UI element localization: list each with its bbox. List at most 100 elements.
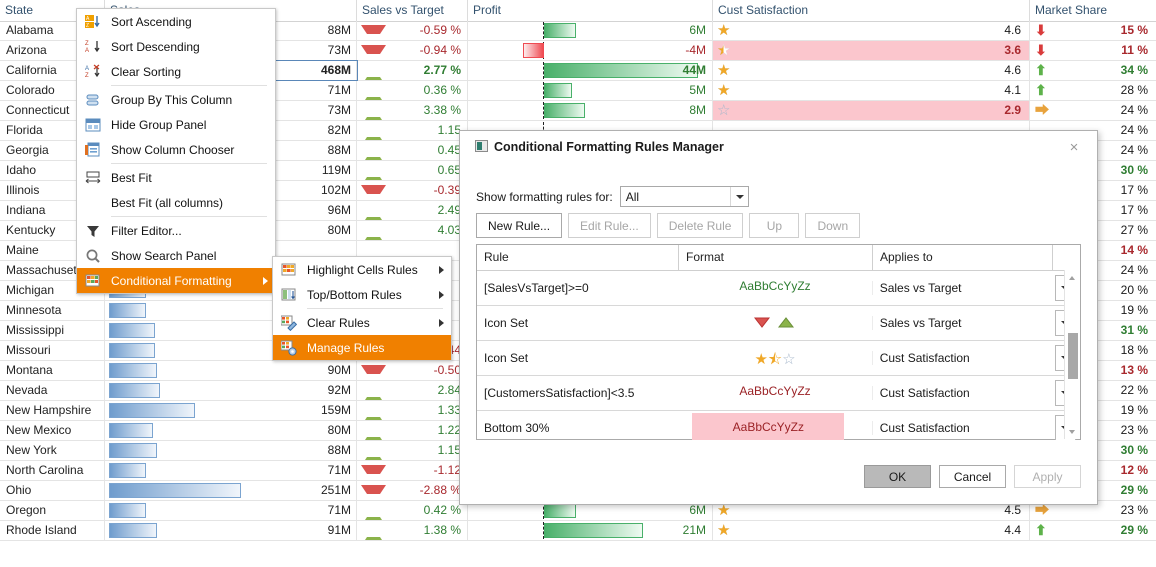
cell-sales-vs-target[interactable]: -0.94 %	[357, 41, 468, 60]
menu-item-clear-sorting[interactable]: A Z Clear Sorting	[77, 59, 275, 84]
cell-sales-vs-target[interactable]: 3.38 %	[357, 101, 468, 120]
scroll-up-icon[interactable]	[1065, 270, 1080, 284]
cell-sales[interactable]: 71M	[105, 461, 357, 480]
market-share-value: 17 %	[1120, 203, 1148, 217]
column-header-cust-satisfaction[interactable]: Cust Satisfaction	[713, 0, 1030, 21]
cell-profit[interactable]: -4M	[468, 41, 713, 60]
cell-state[interactable]: Ohio	[0, 481, 105, 500]
cell-state[interactable]: Nevada	[0, 381, 105, 400]
scrollbar-thumb[interactable]	[1068, 333, 1078, 379]
cell-profit[interactable]: 5M	[468, 81, 713, 100]
menu-item-sort-ascending[interactable]: A Z Sort Ascending	[77, 9, 275, 34]
menu-item-best-fit-all-columns[interactable]: Best Fit (all columns)	[77, 190, 275, 215]
cell-sales-vs-target[interactable]: -0.59 %	[357, 21, 468, 40]
rule-row[interactable]: Bottom 30% AaBbCcYyZz Cust Satisfaction	[477, 411, 1080, 440]
rules-column-header-rule[interactable]: Rule	[477, 245, 679, 270]
cell-sales-vs-target[interactable]: 0.45	[357, 141, 468, 160]
cell-state[interactable]: Montana	[0, 361, 105, 380]
sales-value: 90M	[327, 363, 351, 377]
cell-sales-vs-target[interactable]: 2.49	[357, 201, 468, 220]
cell-state[interactable]: Missouri	[0, 341, 105, 360]
cell-profit[interactable]: 8M	[468, 101, 713, 120]
cell-sales[interactable]: 88M	[105, 441, 357, 460]
cancel-button[interactable]: Cancel	[939, 465, 1006, 488]
menu-item-manage-rules[interactable]: Manage Rules	[273, 335, 451, 360]
cell-profit[interactable]: 21M	[468, 521, 713, 540]
cell-cust-satisfaction[interactable]: ☆ ★ 4.6	[713, 61, 1030, 80]
new-rule-button[interactable]: New Rule...	[476, 213, 563, 238]
rules-column-header-format[interactable]: Format	[679, 245, 873, 270]
menu-item-best-fit[interactable]: Best Fit	[77, 165, 275, 190]
rule-row[interactable]: [SalesVsTarget]>=0 AaBbCcYyZz Sales vs Tar…	[477, 271, 1080, 306]
column-header-sales-vs-target[interactable]: Sales vs Target	[357, 0, 468, 21]
cell-sales-vs-target[interactable]: 1.15	[357, 121, 468, 140]
cell-market-share[interactable]: ⬇ 11 %	[1030, 41, 1156, 60]
menu-item-hide-group-panel[interactable]: Hide Group Panel	[77, 112, 275, 137]
rule-row[interactable]: Icon Set Sales vs Target	[477, 306, 1080, 341]
cell-market-share[interactable]: ⬇ 15 %	[1030, 21, 1156, 40]
cell-market-share[interactable]: ⮕ 24 %	[1030, 101, 1156, 120]
cell-sales-vs-target[interactable]: -1.12	[357, 461, 468, 480]
cell-market-share[interactable]: ⬆ 28 %	[1030, 81, 1156, 100]
cell-state[interactable]: Rhode Island	[0, 521, 105, 540]
cell-sales[interactable]: 91M	[105, 521, 357, 540]
chevron-down-icon[interactable]	[729, 187, 748, 206]
rule-row[interactable]: Icon Set ★⯪☆ Cust Satisfaction	[477, 341, 1080, 376]
cell-cust-satisfaction[interactable]: ☆ 2.9	[713, 101, 1030, 120]
cell-state[interactable]: North Carolina	[0, 461, 105, 480]
menu-item-highlight-cells-rules[interactable]: Highlight Cells Rules	[273, 257, 451, 282]
cell-sales-vs-target[interactable]: 1.38 %	[357, 521, 468, 540]
cell-sales-vs-target[interactable]: 2.77 %	[357, 61, 468, 80]
menu-item-show-search-panel[interactable]: Show Search Panel	[77, 243, 275, 268]
cell-sales[interactable]: 159M	[105, 401, 357, 420]
cell-sales[interactable]: 80M	[105, 421, 357, 440]
close-icon[interactable]: ×	[1065, 139, 1083, 157]
cell-cust-satisfaction[interactable]: ☆ ★ 4.6	[713, 21, 1030, 40]
cell-sales-vs-target[interactable]: 1.22	[357, 421, 468, 440]
cell-market-share[interactable]: ⬆ 29 %	[1030, 521, 1156, 540]
cell-profit[interactable]: 44M	[468, 61, 713, 80]
cell-sales-vs-target[interactable]: -0.50	[357, 361, 468, 380]
scroll-down-icon[interactable]	[1065, 425, 1080, 439]
cell-cust-satisfaction[interactable]: ☆ ★ 4.1	[713, 81, 1030, 100]
cell-sales-vs-target[interactable]: 2.84	[357, 381, 468, 400]
menu-item-sort-descending[interactable]: Z A Sort Descending	[77, 34, 275, 59]
cell-sales-vs-target[interactable]: -0.39	[357, 181, 468, 200]
cell-sales-vs-target[interactable]: 1.15	[357, 441, 468, 460]
menu-item-top-bottom-rules[interactable]: Top/Bottom Rules	[273, 282, 451, 307]
cell-cust-satisfaction[interactable]: ☆ ★ 4.4	[713, 521, 1030, 540]
menu-item-conditional-formatting[interactable]: Conditional Formatting	[77, 268, 275, 293]
cell-sales-vs-target[interactable]: 0.42 %	[357, 501, 468, 520]
cell-sales[interactable]: 71M	[105, 501, 357, 520]
cell-cust-satisfaction[interactable]: ☆★3.6	[713, 41, 1030, 60]
cell-sales-vs-target[interactable]: 4.03	[357, 221, 468, 240]
menu-item-group-by-this-column[interactable]: Group By This Column	[77, 87, 275, 112]
rule-row[interactable]: [CustomersSatisfaction]<3.5 AaBbCcYyZz Cus…	[477, 376, 1080, 411]
menu-item-clear-rules[interactable]: Clear Rules	[273, 310, 451, 335]
cell-sales[interactable]: 92M	[105, 381, 357, 400]
cell-market-share[interactable]: ⬆ 34 %	[1030, 61, 1156, 80]
cell-state[interactable]: Oregon	[0, 501, 105, 520]
cell-sales-vs-target[interactable]: 0.36 %	[357, 81, 468, 100]
cell-profit[interactable]: 6M	[468, 21, 713, 40]
cell-sales[interactable]: 90M	[105, 361, 357, 380]
show-rules-for-dropdown[interactable]: All	[619, 186, 749, 207]
menu-item-show-column-chooser[interactable]: Show Column Chooser	[77, 137, 275, 162]
cell-state[interactable]: New York	[0, 441, 105, 460]
rules-column-header-applies-to[interactable]: Applies to	[873, 245, 1053, 270]
table-row[interactable]: Rhode Island 91M 1.38 % 21M ☆ ★ 4.4 ⬆ 29 %	[0, 521, 1156, 541]
rules-grid-scrollbar[interactable]	[1064, 270, 1080, 439]
menu-item-filter-editor[interactable]: Filter Editor...	[77, 218, 275, 243]
cell-state[interactable]: New Mexico	[0, 421, 105, 440]
cell-sales-vs-target[interactable]: 1.33	[357, 401, 468, 420]
cell-sales[interactable]: 251M	[105, 481, 357, 500]
ok-button[interactable]: OK	[864, 465, 931, 488]
sales-vs-target-value: 2.77 %	[423, 63, 461, 77]
cell-sales-vs-target[interactable]: -2.88 %	[357, 481, 468, 500]
cell-sales-vs-target[interactable]: 0.65	[357, 161, 468, 180]
column-header-market-share[interactable]: Market Share	[1030, 0, 1156, 21]
cell-state[interactable]: Minnesota	[0, 301, 105, 320]
column-header-profit[interactable]: Profit	[468, 0, 713, 21]
cell-state[interactable]: New Hampshire	[0, 401, 105, 420]
cell-state[interactable]: Mississippi	[0, 321, 105, 340]
